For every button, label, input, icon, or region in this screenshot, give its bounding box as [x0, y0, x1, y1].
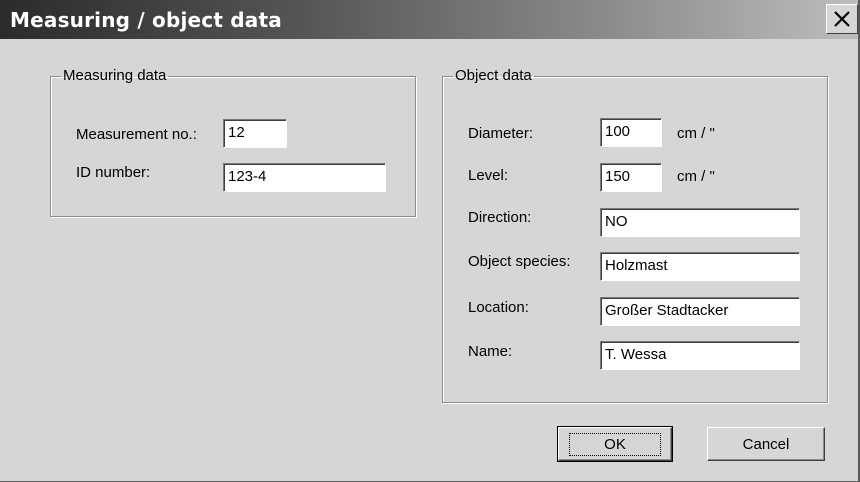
diameter-field[interactable]: 100	[600, 118, 662, 147]
cancel-button[interactable]: Cancel	[707, 427, 825, 461]
object-species-label: Object species:	[468, 253, 571, 270]
close-button[interactable]	[826, 4, 858, 34]
measuring-data-legend: Measuring data	[63, 67, 167, 84]
object-data-legend: Object data	[455, 67, 532, 84]
location-label: Location:	[468, 299, 529, 316]
object-species-field[interactable]: Holzmast	[600, 252, 800, 281]
ok-button[interactable]: OK	[557, 426, 673, 462]
close-icon	[834, 11, 850, 27]
level-field[interactable]: 150	[600, 163, 662, 192]
location-field[interactable]: Großer Stadtacker	[600, 297, 800, 326]
diameter-unit: cm / "	[677, 125, 715, 142]
window-title: Measuring / object data	[10, 8, 282, 32]
direction-label: Direction:	[468, 209, 532, 226]
id-number-field[interactable]: 123-4	[223, 163, 386, 192]
direction-field[interactable]: NO	[600, 208, 800, 237]
measurement-no-label: Measurement no.:	[76, 126, 197, 143]
ok-button-label: OK	[569, 432, 661, 456]
title-bar[interactable]: Measuring / object data	[0, 0, 858, 39]
dialog-client-area: Measuring data Measurement no.: 12 ID nu…	[2, 41, 856, 479]
dialog-window: Measuring / object data Measuring data M…	[0, 0, 860, 482]
level-unit: cm / "	[677, 168, 715, 185]
diameter-label: Diameter:	[468, 125, 534, 142]
id-number-label: ID number:	[76, 164, 151, 181]
measurement-no-field[interactable]: 12	[223, 119, 287, 148]
name-field[interactable]: T. Wessa	[600, 341, 800, 370]
level-label: Level:	[468, 167, 509, 184]
name-label: Name:	[468, 343, 513, 360]
cancel-button-label: Cancel	[742, 435, 790, 453]
